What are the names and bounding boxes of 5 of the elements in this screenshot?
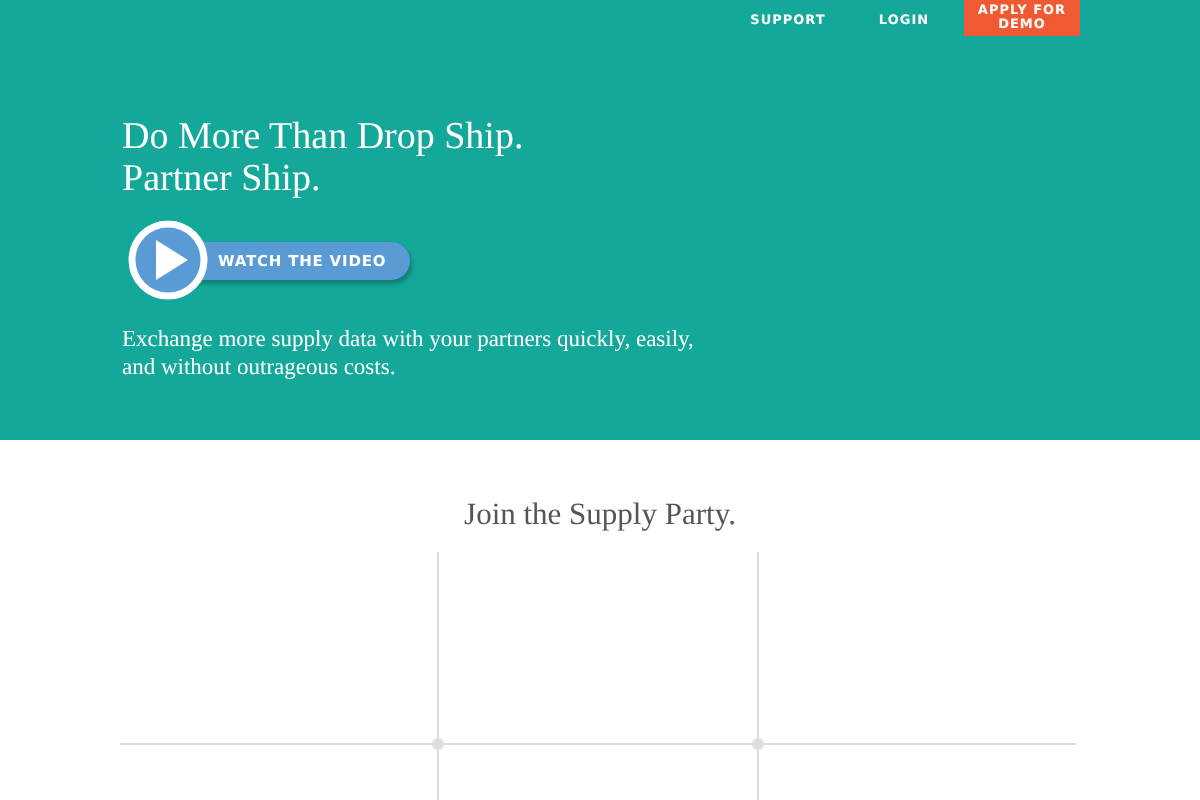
headline: Partner Ship. (122, 158, 321, 200)
headline: Do More Than Drop Ship. (122, 116, 524, 158)
section-title: Join the Supply Party. (464, 498, 736, 536)
play-icon (126, 218, 210, 302)
hero-description: Exchange more supply data with your partners quickly, easily, and without outrageous costs. (122, 326, 696, 382)
